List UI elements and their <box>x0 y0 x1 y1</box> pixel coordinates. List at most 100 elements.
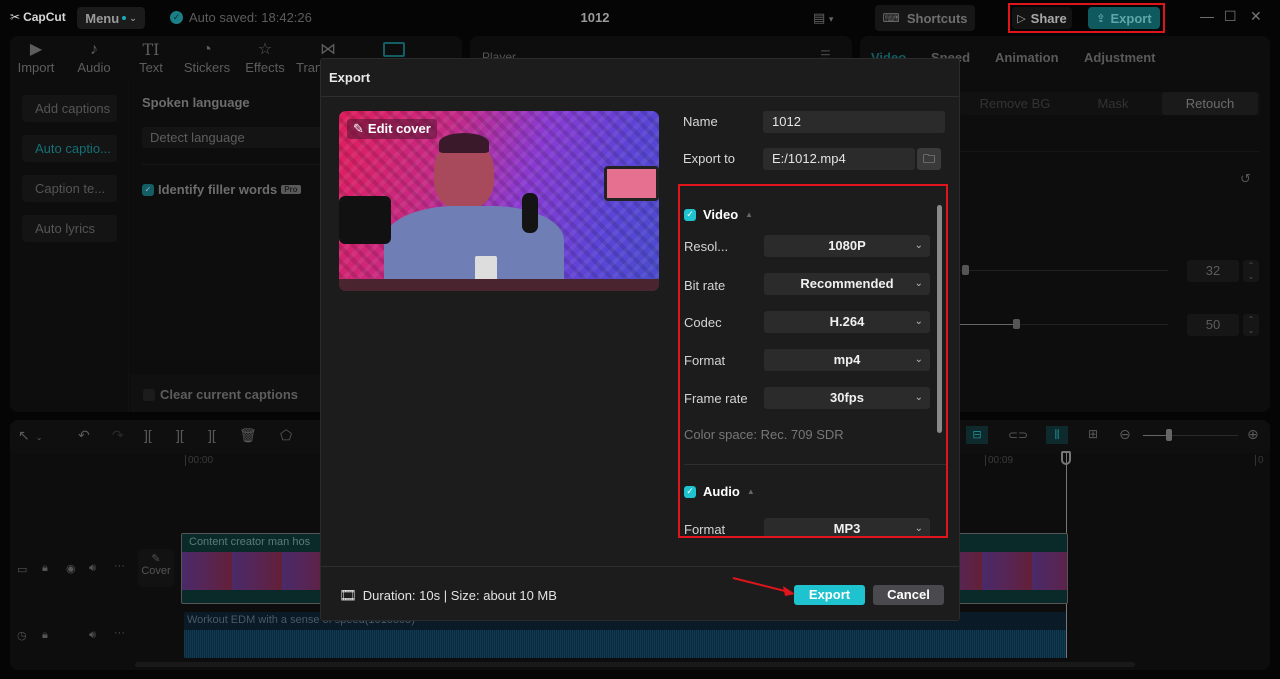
folder-icon: 🗀 <box>922 152 935 166</box>
slider-1-handle[interactable] <box>962 265 969 275</box>
sidebar-auto-lyrics[interactable]: Auto lyrics <box>22 215 117 242</box>
sidebar-add-captions[interactable]: Add captions <box>22 95 117 122</box>
sidebar-auto-captions[interactable]: Auto captio... <box>22 135 117 162</box>
link-icon[interactable]: ⊂⊃ <box>1008 428 1028 442</box>
cancel-button[interactable]: Cancel <box>873 585 944 605</box>
visibility-icon[interactable]: ◉ <box>66 562 76 575</box>
zoom-in-icon[interactable]: ⊕ <box>1247 426 1259 443</box>
chevron-down-icon: ⌄ <box>914 316 923 327</box>
audio-more-icon[interactable]: ··· <box>114 627 125 639</box>
folder-browse-button[interactable]: 🗀 <box>917 148 941 170</box>
sidebar-caption-templates[interactable]: Caption te... <box>22 175 117 202</box>
audio-section-header[interactable]: ✓ Audio ▲ <box>684 484 755 499</box>
framerate-select[interactable]: 30fps ⌄ <box>764 387 930 409</box>
toolbar-stickers[interactable]: ◔ Stickers <box>180 40 234 75</box>
delete-icon[interactable]: 🗑 <box>239 427 257 444</box>
clear-captions-option[interactable]: Clear current captions <box>143 387 298 402</box>
film-icon: 🎞︎ <box>339 587 357 603</box>
subtab-mask[interactable]: Mask <box>1080 92 1146 115</box>
capcut-app: ✂ CapCut Menu ⌄ ✓ Auto saved: 18:42:26 1… <box>0 0 1280 679</box>
codec-select[interactable]: H.264 ⌄ <box>764 311 930 333</box>
project-title: 1012 <box>580 10 610 25</box>
ruler-label-9s: 00:09 <box>985 455 1013 466</box>
tab-adjustment[interactable]: Adjustment <box>1084 50 1156 65</box>
dialog-header-divider <box>321 96 959 97</box>
filler-words-label: Identify filler words <box>158 182 278 197</box>
shortcuts-button[interactable]: ⌨ Shortcuts <box>875 5 975 31</box>
redo-icon[interactable]: ↷ <box>112 427 124 444</box>
preview-axis-icon[interactable]: ⊞ <box>1088 427 1098 441</box>
format-label: Format <box>684 353 726 368</box>
slider-2-handle[interactable] <box>1013 319 1020 329</box>
autosave-status: ✓ Auto saved: 18:42:26 <box>170 10 312 25</box>
settings-scrollbar[interactable] <box>937 205 942 433</box>
notification-dot <box>122 16 127 20</box>
format-value: mp4 <box>833 352 861 367</box>
toolbar-audio[interactable]: ♪ Audio <box>67 40 121 75</box>
slider-2-stepper[interactable]: ⌃ ⌄ <box>1243 314 1259 336</box>
caret-up-icon[interactable]: ▲ <box>747 487 755 496</box>
zoom-out-icon[interactable]: ⊖ <box>1119 426 1131 443</box>
audio-checkbox[interactable]: ✓ <box>684 485 696 498</box>
arrow-head <box>783 586 795 596</box>
captions-tab-icon[interactable] <box>383 42 405 57</box>
timeline-zoom-handle[interactable] <box>1166 429 1172 441</box>
cover-mic <box>522 193 538 233</box>
name-input[interactable]: 1012 <box>763 111 945 133</box>
video-checkbox[interactable]: ✓ <box>684 208 696 221</box>
minimize-button[interactable]: — <box>1200 8 1214 24</box>
edit-icon: ✎ <box>151 553 161 565</box>
maximize-button[interactable]: ☐ <box>1224 8 1237 25</box>
tab-animation[interactable]: Animation <box>995 50 1059 65</box>
menu-button[interactable]: Menu ⌄ <box>77 7 145 29</box>
close-button[interactable]: ✕ <box>1250 8 1262 25</box>
reset-icon[interactable]: ↺ <box>1240 171 1251 187</box>
layout-icon[interactable]: ▤ ▾ <box>813 10 833 26</box>
split-right-icon[interactable]: ][ <box>208 427 216 443</box>
subtab-retouch[interactable]: Retouch <box>1162 92 1258 115</box>
caret-up-icon[interactable]: ▲ <box>745 210 753 219</box>
undo-icon[interactable]: ↶ <box>78 427 90 444</box>
edit-cover-button[interactable]: ✎ Edit cover <box>347 119 437 139</box>
effects-icon: ☆ <box>257 41 273 58</box>
snap-toggle-icon[interactable]: ⫼ <box>1046 426 1068 444</box>
audio-lock-icon[interactable]: 🔒︎ <box>42 629 48 642</box>
resolution-select[interactable]: 1080P ⌄ <box>764 235 930 257</box>
slider-1-stepper[interactable]: ⌃ ⌄ <box>1243 260 1259 282</box>
phone-screen <box>607 169 656 198</box>
video-track-icon: ▭ <box>17 564 28 576</box>
mute-icon[interactable]: 🔊︎ <box>89 562 96 575</box>
slider-1-track[interactable] <box>960 270 1168 271</box>
export-confirm-button[interactable]: Export <box>794 585 865 605</box>
audio-format-select[interactable]: MP3 ⌄ <box>764 518 930 536</box>
toolbar-text[interactable]: TI Text <box>124 40 178 75</box>
bitrate-select[interactable]: Recommended ⌄ <box>764 273 930 295</box>
audio-mute-icon[interactable]: 🔊︎ <box>89 629 96 642</box>
chevron-down-icon: ⌄ <box>914 354 923 365</box>
select-tool-icon[interactable]: ↖ ⌄ <box>18 427 42 444</box>
slider-2-value[interactable]: 50 <box>1187 314 1239 336</box>
export-path-input[interactable]: E:/1012.mp4 <box>763 148 915 170</box>
split-left-icon[interactable]: ][ <box>176 427 184 443</box>
lock-icon[interactable]: 🔒︎ <box>42 562 48 575</box>
magnet-toggle-icon[interactable]: ⊟ <box>966 426 988 444</box>
cover-button[interactable]: ✎ Cover <box>138 549 174 587</box>
filler-words-option[interactable]: ✓ Identify filler words Pro <box>142 182 301 197</box>
toolbar-import[interactable]: ▶ Import <box>9 40 63 75</box>
cover-preview: ✎ Edit cover <box>339 111 659 291</box>
clear-captions-checkbox[interactable] <box>143 388 155 401</box>
toolbar-effects[interactable]: ☆ Effects <box>238 40 292 75</box>
slider-1-value[interactable]: 32 <box>1187 260 1239 282</box>
more-icon[interactable]: ··· <box>114 560 125 572</box>
split-icon[interactable]: ][ <box>144 427 152 443</box>
marker-icon[interactable]: ⬠ <box>280 427 292 444</box>
filler-words-checkbox[interactable]: ✓ <box>142 183 154 196</box>
video-section-header[interactable]: ✓ Video ▲ <box>684 207 753 222</box>
subtab-remove-bg[interactable]: Remove BG <box>960 92 1070 115</box>
audio-format-label: Format <box>684 522 726 537</box>
timeline-scrollbar[interactable] <box>135 662 1135 667</box>
arrow-line <box>732 577 790 593</box>
format-select[interactable]: mp4 ⌄ <box>764 349 930 371</box>
playhead-handle[interactable] <box>1061 451 1071 465</box>
language-select[interactable]: Detect language <box>142 127 322 148</box>
